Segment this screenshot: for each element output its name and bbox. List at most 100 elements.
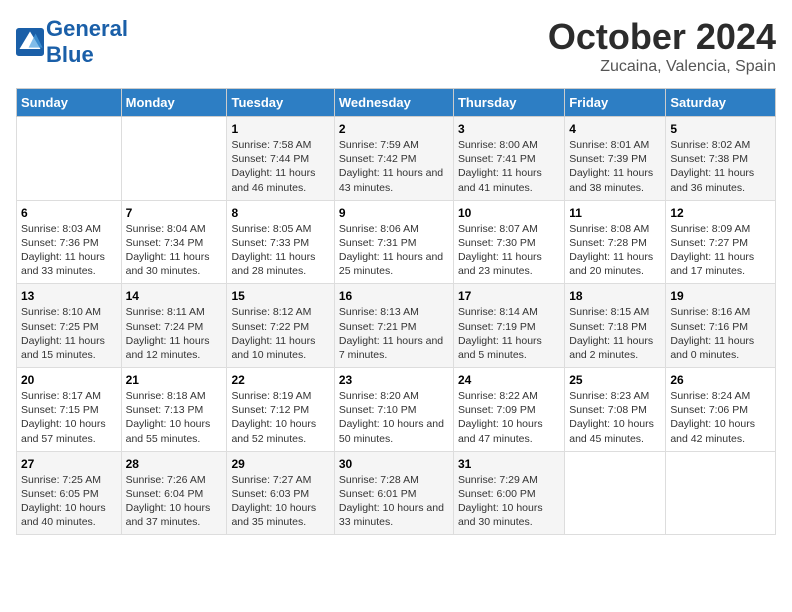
day-info: Sunrise: 8:14 AMSunset: 7:19 PMDaylight:…: [458, 305, 560, 362]
day-number: 25: [569, 373, 661, 387]
day-number: 10: [458, 206, 560, 220]
day-info: Sunrise: 8:19 AMSunset: 7:12 PMDaylight:…: [231, 389, 329, 446]
calendar-day-cell: 30 Sunrise: 7:28 AMSunset: 6:01 PMDayligh…: [334, 451, 453, 535]
day-number: 5: [670, 122, 771, 136]
weekday-header-cell: Thursday: [453, 89, 564, 117]
day-number: 13: [21, 289, 117, 303]
day-number: 22: [231, 373, 329, 387]
day-info: Sunrise: 7:58 AMSunset: 7:44 PMDaylight:…: [231, 138, 329, 195]
day-number: 12: [670, 206, 771, 220]
logo-icon: [16, 28, 44, 56]
calendar-day-cell: 21 Sunrise: 8:18 AMSunset: 7:13 PMDayligh…: [121, 368, 227, 452]
day-number: 30: [339, 457, 449, 471]
location: Zucaina, Valencia, Spain: [548, 58, 776, 76]
calendar-day-cell: 27 Sunrise: 7:25 AMSunset: 6:05 PMDayligh…: [17, 451, 122, 535]
day-info: Sunrise: 8:18 AMSunset: 7:13 PMDaylight:…: [126, 389, 223, 446]
day-number: 14: [126, 289, 223, 303]
logo-general-text: GeneralBlue: [46, 16, 128, 67]
day-number: 11: [569, 206, 661, 220]
day-number: 19: [670, 289, 771, 303]
day-info: Sunrise: 7:28 AMSunset: 6:01 PMDaylight:…: [339, 473, 449, 530]
day-info: Sunrise: 7:27 AMSunset: 6:03 PMDaylight:…: [231, 473, 329, 530]
weekday-header-cell: Friday: [565, 89, 666, 117]
day-number: 29: [231, 457, 329, 471]
day-number: 4: [569, 122, 661, 136]
day-info: Sunrise: 7:29 AMSunset: 6:00 PMDaylight:…: [458, 473, 560, 530]
calendar-day-cell: 6Sunrise: 8:03 AMSunset: 7:36 PMDaylight…: [17, 200, 122, 284]
day-info: Sunrise: 7:25 AMSunset: 6:05 PMDaylight:…: [21, 473, 117, 530]
day-info: Sunrise: 8:20 AMSunset: 7:10 PMDaylight:…: [339, 389, 449, 446]
day-info: Sunrise: 8:02 AMSunset: 7:38 PMDaylight:…: [670, 138, 771, 195]
day-info: Sunrise: 8:09 AMSunset: 7:27 PMDaylight:…: [670, 222, 771, 279]
day-number: 31: [458, 457, 560, 471]
weekday-header-row: SundayMondayTuesdayWednesdayThursdayFrid…: [17, 89, 776, 117]
day-number: 18: [569, 289, 661, 303]
day-info: Sunrise: 8:11 AMSunset: 7:24 PMDaylight:…: [126, 305, 223, 362]
calendar-week-row: 6Sunrise: 8:03 AMSunset: 7:36 PMDaylight…: [17, 200, 776, 284]
calendar-day-cell: 23 Sunrise: 8:20 AMSunset: 7:10 PMDayligh…: [334, 368, 453, 452]
day-info: Sunrise: 7:59 AMSunset: 7:42 PMDaylight:…: [339, 138, 449, 195]
calendar-day-cell: 2 Sunrise: 7:59 AMSunset: 7:42 PMDaylight…: [334, 117, 453, 201]
day-number: 16: [339, 289, 449, 303]
day-info: Sunrise: 8:16 AMSunset: 7:16 PMDaylight:…: [670, 305, 771, 362]
day-number: 1: [231, 122, 329, 136]
calendar-week-row: 27 Sunrise: 7:25 AMSunset: 6:05 PMDayligh…: [17, 451, 776, 535]
day-info: Sunrise: 7:26 AMSunset: 6:04 PMDaylight:…: [126, 473, 223, 530]
day-info: Sunrise: 8:13 AMSunset: 7:21 PMDaylight:…: [339, 305, 449, 362]
calendar-day-cell: 14 Sunrise: 8:11 AMSunset: 7:24 PMDayligh…: [121, 284, 227, 368]
day-number: 24: [458, 373, 560, 387]
calendar-day-cell: 4 Sunrise: 8:01 AMSunset: 7:39 PMDaylight…: [565, 117, 666, 201]
calendar-table: SundayMondayTuesdayWednesdayThursdayFrid…: [16, 88, 776, 535]
logo: GeneralBlue: [16, 16, 128, 68]
calendar-week-row: 13 Sunrise: 8:10 AMSunset: 7:25 PMDayligh…: [17, 284, 776, 368]
day-info: Sunrise: 8:01 AMSunset: 7:39 PMDaylight:…: [569, 138, 661, 195]
day-number: 27: [21, 457, 117, 471]
calendar-day-cell: 20Sunrise: 8:17 AMSunset: 7:15 PMDayligh…: [17, 368, 122, 452]
calendar-day-cell: 5 Sunrise: 8:02 AMSunset: 7:38 PMDaylight…: [666, 117, 776, 201]
calendar-day-cell: 7Sunrise: 8:04 AMSunset: 7:34 PMDaylight…: [121, 200, 227, 284]
calendar-day-cell: 8Sunrise: 8:05 AMSunset: 7:33 PMDaylight…: [227, 200, 334, 284]
calendar-day-cell: 12 Sunrise: 8:09 AMSunset: 7:27 PMDayligh…: [666, 200, 776, 284]
calendar-day-cell: [666, 451, 776, 535]
day-info: Sunrise: 8:10 AMSunset: 7:25 PMDaylight:…: [21, 305, 117, 362]
day-info: Sunrise: 8:07 AMSunset: 7:30 PMDaylight:…: [458, 222, 560, 279]
calendar-day-cell: 18 Sunrise: 8:15 AMSunset: 7:18 PMDayligh…: [565, 284, 666, 368]
day-info: Sunrise: 8:23 AMSunset: 7:08 PMDaylight:…: [569, 389, 661, 446]
day-info: Sunrise: 8:08 AMSunset: 7:28 PMDaylight:…: [569, 222, 661, 279]
day-number: 26: [670, 373, 771, 387]
day-number: 20: [21, 373, 117, 387]
calendar-body: 1 Sunrise: 7:58 AMSunset: 7:44 PMDaylight…: [17, 117, 776, 535]
calendar-day-cell: 31 Sunrise: 7:29 AMSunset: 6:00 PMDayligh…: [453, 451, 564, 535]
day-number: 17: [458, 289, 560, 303]
day-info: Sunrise: 8:06 AMSunset: 7:31 PMDaylight:…: [339, 222, 449, 279]
calendar-week-row: 20Sunrise: 8:17 AMSunset: 7:15 PMDayligh…: [17, 368, 776, 452]
calendar-day-cell: 19 Sunrise: 8:16 AMSunset: 7:16 PMDayligh…: [666, 284, 776, 368]
calendar-day-cell: 10 Sunrise: 8:07 AMSunset: 7:30 PMDayligh…: [453, 200, 564, 284]
calendar-day-cell: 3 Sunrise: 8:00 AMSunset: 7:41 PMDaylight…: [453, 117, 564, 201]
weekday-header-cell: Wednesday: [334, 89, 453, 117]
day-number: 23: [339, 373, 449, 387]
weekday-header-cell: Sunday: [17, 89, 122, 117]
day-info: Sunrise: 8:00 AMSunset: 7:41 PMDaylight:…: [458, 138, 560, 195]
day-number: 2: [339, 122, 449, 136]
calendar-day-cell: 28 Sunrise: 7:26 AMSunset: 6:04 PMDayligh…: [121, 451, 227, 535]
calendar-day-cell: [565, 451, 666, 535]
day-number: 9: [339, 206, 449, 220]
day-number: 15: [231, 289, 329, 303]
calendar-day-cell: 11 Sunrise: 8:08 AMSunset: 7:28 PMDayligh…: [565, 200, 666, 284]
day-number: 28: [126, 457, 223, 471]
day-info: Sunrise: 8:22 AMSunset: 7:09 PMDaylight:…: [458, 389, 560, 446]
calendar-day-cell: 16 Sunrise: 8:13 AMSunset: 7:21 PMDayligh…: [334, 284, 453, 368]
day-number: 21: [126, 373, 223, 387]
day-number: 3: [458, 122, 560, 136]
title-block: October 2024 Zucaina, Valencia, Spain: [548, 16, 776, 76]
day-info: Sunrise: 8:03 AMSunset: 7:36 PMDaylight:…: [21, 222, 117, 279]
calendar-day-cell: 17 Sunrise: 8:14 AMSunset: 7:19 PMDayligh…: [453, 284, 564, 368]
calendar-day-cell: [17, 117, 122, 201]
calendar-day-cell: 26 Sunrise: 8:24 AMSunset: 7:06 PMDayligh…: [666, 368, 776, 452]
calendar-day-cell: 15Sunrise: 8:12 AMSunset: 7:22 PMDayligh…: [227, 284, 334, 368]
day-info: Sunrise: 8:15 AMSunset: 7:18 PMDaylight:…: [569, 305, 661, 362]
day-info: Sunrise: 8:24 AMSunset: 7:06 PMDaylight:…: [670, 389, 771, 446]
calendar-day-cell: 13 Sunrise: 8:10 AMSunset: 7:25 PMDayligh…: [17, 284, 122, 368]
weekday-header-cell: Tuesday: [227, 89, 334, 117]
